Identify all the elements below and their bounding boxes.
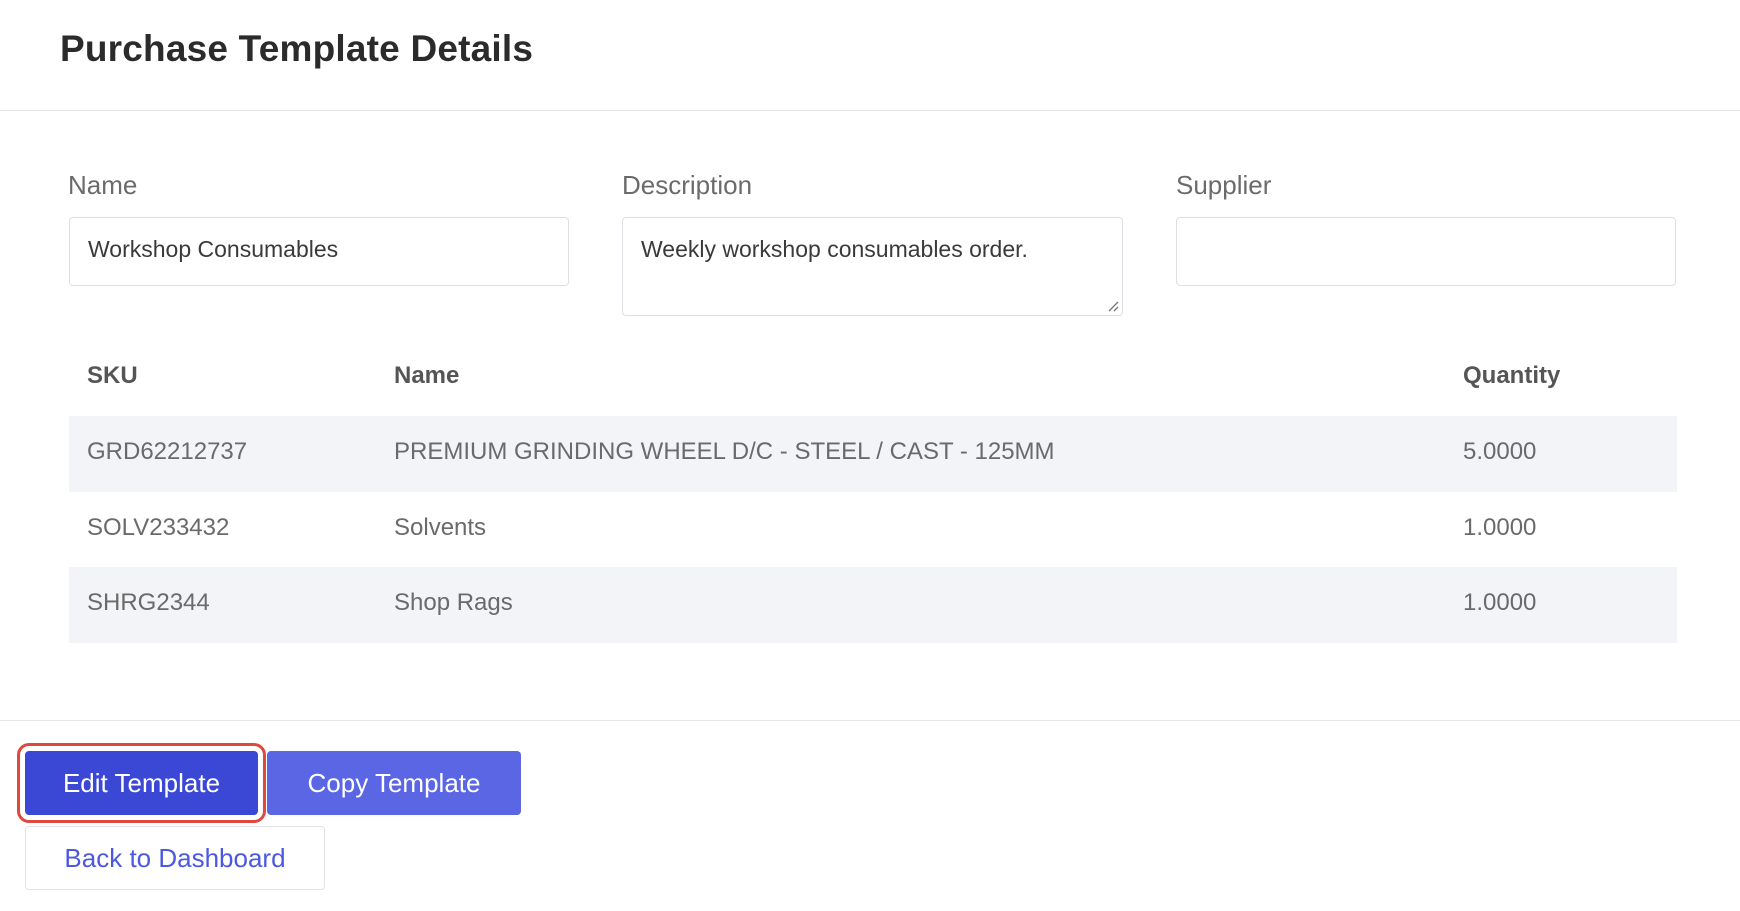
column-header-name: Name — [394, 362, 460, 389]
back-to-dashboard-button[interactable]: Back to Dashboard — [25, 826, 325, 890]
item-name-cell: PREMIUM GRINDING WHEEL D/C - STEEL / CAS… — [394, 438, 1055, 465]
quantity-cell: 5.0000 — [1463, 438, 1537, 465]
resize-grip-icon[interactable] — [1107, 300, 1119, 312]
sku-cell: GRD62212737 — [87, 438, 248, 465]
supplier-label: Supplier — [1176, 170, 1272, 200]
description-text: Weekly workshop consumables order. — [641, 236, 1028, 262]
quantity-cell: 1.0000 — [1463, 589, 1537, 616]
edit-template-button[interactable]: Edit Template — [17, 743, 266, 823]
page: Purchase Template Details Name Workshop … — [0, 0, 1740, 911]
item-name-cell: Solvents — [394, 514, 487, 541]
column-header-sku: SKU — [87, 362, 138, 389]
table-row: SOLV233432 Solvents 1.0000 — [69, 492, 1677, 568]
page-title: Purchase Template Details — [60, 28, 534, 69]
column-header-quantity: Quantity — [1463, 362, 1561, 389]
table-row: GRD62212737 PREMIUM GRINDING WHEEL D/C -… — [69, 416, 1677, 492]
page-header: Purchase Template Details — [0, 0, 1740, 111]
item-name-cell: Shop Rags — [394, 589, 513, 616]
supplier-field[interactable] — [1176, 217, 1676, 286]
description-label: Description — [622, 170, 753, 200]
quantity-cell: 1.0000 — [1463, 514, 1537, 541]
sku-cell: SOLV233432 — [87, 514, 230, 541]
table-row: SHRG2344 Shop Rags 1.0000 — [69, 567, 1677, 643]
copy-template-button[interactable]: Copy Template — [267, 751, 521, 815]
footer-divider — [0, 720, 1740, 721]
description-field[interactable]: Weekly workshop consumables order. — [622, 217, 1123, 316]
name-field[interactable]: Workshop Consumables — [69, 217, 569, 286]
name-label: Name — [68, 170, 138, 200]
sku-cell: SHRG2344 — [87, 589, 210, 616]
